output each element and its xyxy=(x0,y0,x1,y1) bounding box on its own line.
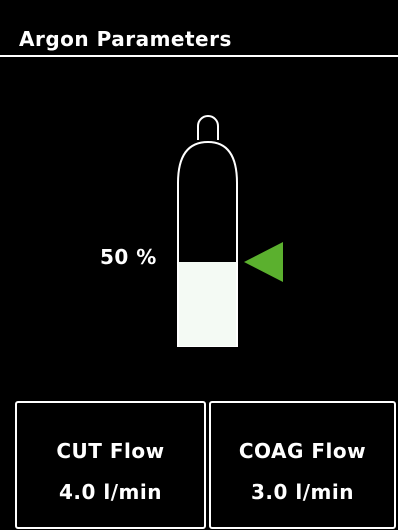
cut-flow-value: 4.0 l/min xyxy=(59,480,162,504)
coag-flow-button[interactable]: COAG Flow 3.0 l/min xyxy=(209,401,396,529)
argon-cylinder-gauge[interactable] xyxy=(0,0,398,400)
cylinder-fill-level xyxy=(179,262,236,346)
cut-flow-button[interactable]: CUT Flow 4.0 l/min xyxy=(15,401,206,529)
coag-flow-label: COAG Flow xyxy=(238,439,367,463)
cut-flow-label: CUT Flow xyxy=(56,439,165,463)
argon-level-percent: 50 % xyxy=(100,245,157,269)
coag-flow-value: 3.0 l/min xyxy=(251,480,354,504)
level-indicator-arrow-icon xyxy=(244,242,283,282)
cylinder-valve xyxy=(197,115,219,140)
